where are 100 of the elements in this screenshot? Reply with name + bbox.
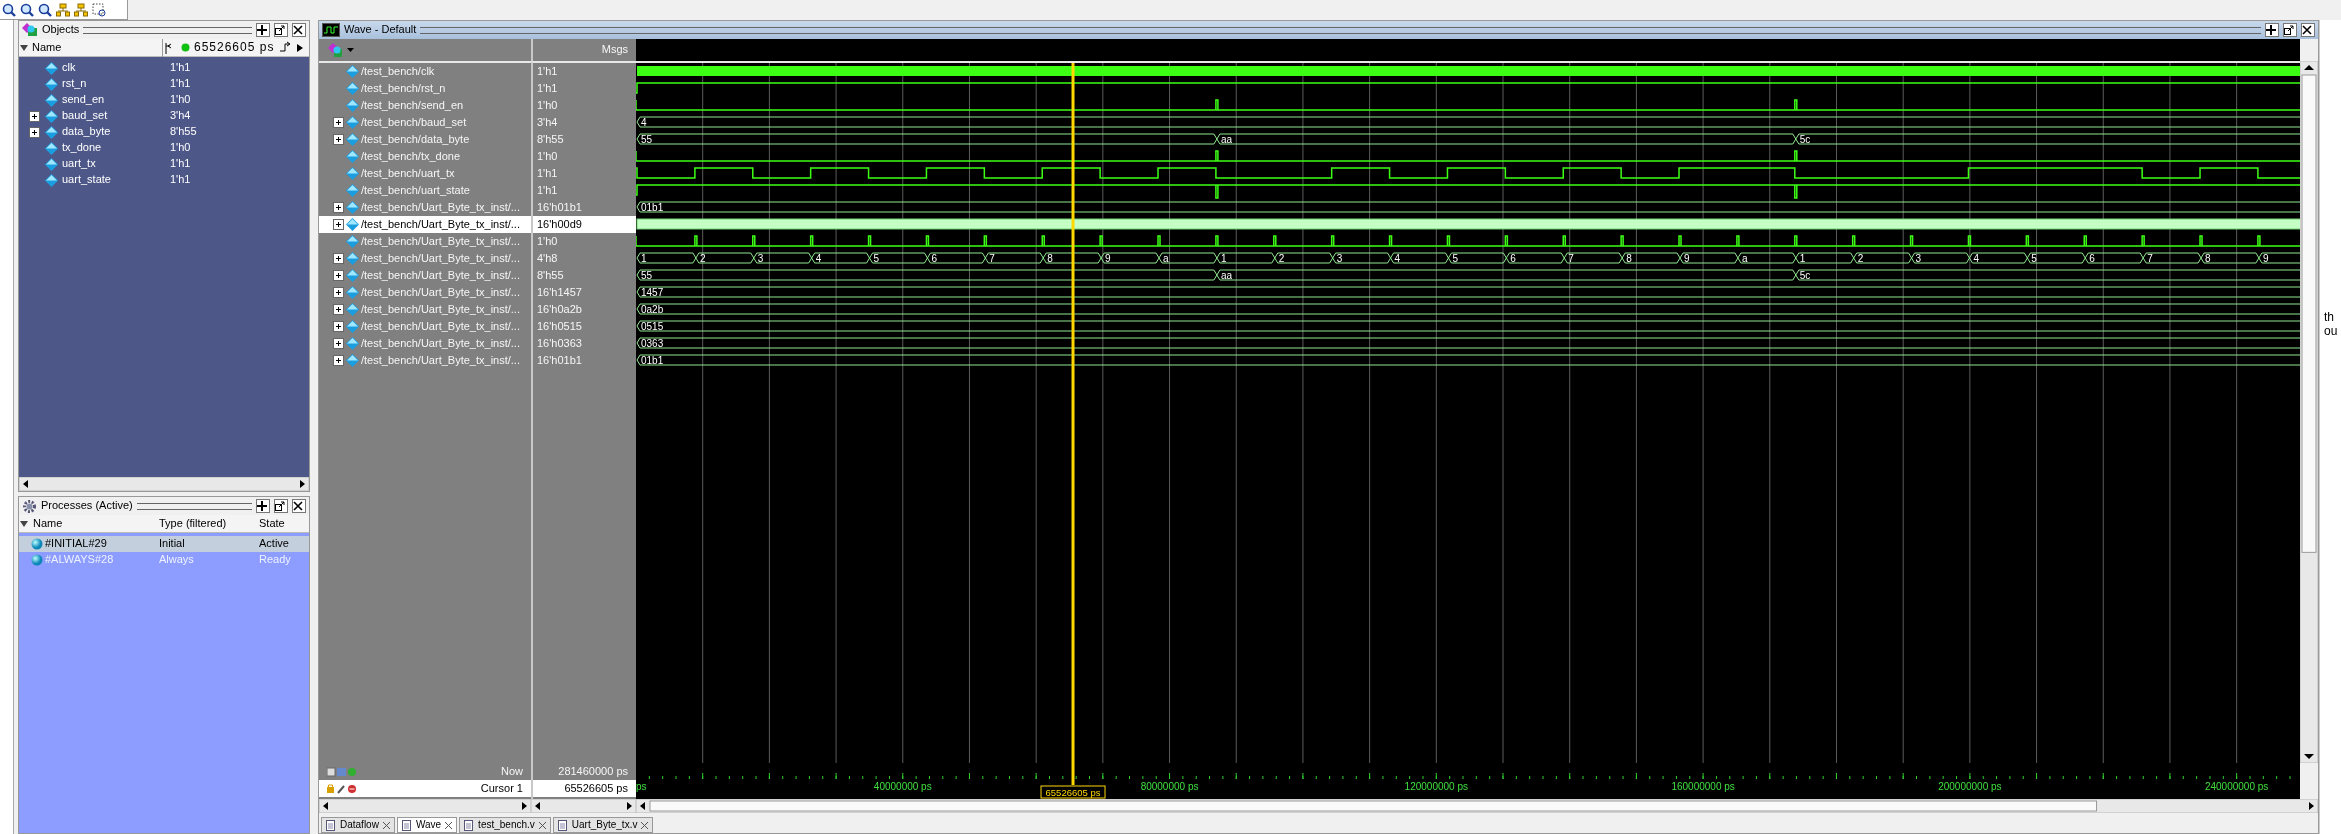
object-name[interactable]: uart_state	[62, 173, 166, 187]
diamond-icon	[346, 235, 359, 248]
signal-name: /test_bench/baud_set	[361, 115, 467, 130]
close-icon[interactable]	[641, 821, 649, 829]
undock-icon	[2284, 25, 2294, 35]
signal-row[interactable]: /test_bench/data_byte	[319, 131, 531, 148]
process-name: #ALWAYS#28	[45, 553, 115, 567]
signal-value: 1'h0	[536, 97, 559, 113]
object-name[interactable]: data_byte	[62, 125, 166, 139]
magnifier-icon[interactable]	[2, 2, 16, 17]
signal-row[interactable]: /test_bench/Uart_Byte_tx_inst/...	[319, 233, 531, 250]
magnifier-icon[interactable]	[38, 2, 52, 17]
bus-value: 9	[1105, 252, 1111, 264]
sort-icon[interactable]	[19, 518, 29, 529]
simulation-time: 65526605 ps	[194, 40, 275, 55]
close-button[interactable]	[2301, 23, 2315, 37]
editor-tab[interactable]: Dataflow	[321, 817, 395, 833]
expand-icon[interactable]	[333, 202, 344, 213]
title-bar-grip[interactable]	[83, 26, 252, 34]
object-name[interactable]: clk	[62, 61, 166, 75]
signal-row[interactable]: /test_bench/tx_done	[319, 148, 531, 165]
object-name[interactable]: baud_set	[62, 109, 166, 123]
object-name[interactable]: tx_done	[62, 141, 166, 155]
signal-row[interactable]: /test_bench/Uart_Byte_tx_inst/...	[319, 267, 531, 284]
dock-button[interactable]	[256, 23, 270, 37]
dock-button[interactable]	[2265, 23, 2279, 37]
expand-icon[interactable]	[333, 117, 344, 128]
caret-icon[interactable]	[347, 47, 354, 53]
close-icon[interactable]	[382, 821, 390, 829]
title-bar-grip[interactable]	[420, 26, 2261, 34]
editor-tab[interactable]: Wave	[396, 817, 458, 833]
bus-value: a	[1741, 252, 1748, 264]
expand-icon[interactable]	[29, 126, 40, 138]
expand-icon[interactable]	[333, 270, 344, 281]
signal-row[interactable]: /test_bench/Uart_Byte_tx_inst/...	[319, 352, 531, 369]
close-button[interactable]	[292, 23, 306, 37]
expand-icon[interactable]	[333, 355, 344, 366]
signal-row[interactable]: /test_bench/baud_set	[319, 114, 531, 131]
signal-row[interactable]: /test_bench/Uart_Byte_tx_inst/...	[319, 335, 531, 352]
expand-icon[interactable]	[333, 321, 344, 332]
object-value: 3'h4	[170, 109, 192, 123]
diamond-icon	[346, 167, 359, 180]
cursor-time-flag[interactable]: 65526605 ps	[1040, 785, 1106, 799]
column-header[interactable]: Name	[33, 516, 63, 531]
signal-row[interactable]: /test_bench/rst_n	[319, 80, 531, 97]
expand-icon[interactable]	[333, 287, 344, 298]
magnifier-icon[interactable]	[20, 2, 34, 17]
column-header[interactable]: Type (filtered)	[159, 516, 259, 531]
signal-row[interactable]: /test_bench/send_en	[319, 97, 531, 114]
signal-row[interactable]: /test_bench/Uart_Byte_tx_inst/...	[319, 284, 531, 301]
expand-icon[interactable]	[333, 253, 344, 264]
signal-value: 1'h1	[536, 165, 559, 181]
expand-icon[interactable]	[333, 338, 344, 349]
timeline-icons[interactable]	[327, 766, 357, 777]
signal-row[interactable]: /test_bench/Uart_Byte_tx_inst/...	[319, 216, 531, 233]
bus-value: 5	[873, 252, 880, 264]
hierarchy-icon[interactable]	[56, 2, 70, 17]
title-bar-grip[interactable]	[136, 502, 252, 510]
cursor-tools-icons[interactable]	[327, 783, 357, 794]
cursor-line[interactable]	[1071, 63, 1075, 763]
dock-button[interactable]	[256, 499, 270, 513]
signal-row[interactable]: /test_bench/Uart_Byte_tx_inst/...	[319, 318, 531, 335]
undock-button[interactable]	[2283, 23, 2297, 37]
column-header[interactable]: Name	[32, 40, 162, 55]
signal-value: 16'h1457	[536, 284, 583, 300]
expand-icon[interactable]	[333, 219, 344, 230]
hierarchy-icon[interactable]	[74, 2, 88, 17]
object-name[interactable]: send_en	[62, 93, 166, 107]
horizontal-scrollbar[interactable]	[531, 799, 636, 813]
editor-tab[interactable]: test_bench.v	[459, 817, 551, 833]
undock-button[interactable]	[274, 23, 288, 37]
object-name[interactable]: uart_tx	[62, 157, 166, 171]
close-icon[interactable]	[445, 821, 453, 829]
signal-row[interactable]: /test_bench/Uart_Byte_tx_inst/...	[319, 301, 531, 318]
vertical-scrollbar[interactable]	[2300, 61, 2318, 763]
expand-icon[interactable]	[333, 304, 344, 315]
undock-button[interactable]	[274, 499, 288, 513]
signal-row[interactable]: /test_bench/Uart_Byte_tx_inst/...	[319, 250, 531, 267]
close-button[interactable]	[292, 499, 306, 513]
expand-icon[interactable]	[333, 134, 344, 145]
close-icon	[293, 501, 303, 511]
horizontal-scrollbar[interactable]	[19, 477, 309, 491]
expand-icon[interactable]	[29, 110, 40, 122]
play-icon[interactable]	[296, 42, 305, 53]
signal-row[interactable]: /test_bench/Uart_Byte_tx_inst/...	[319, 199, 531, 216]
process-row[interactable]: #INITIAL#29 Initial Active	[19, 536, 309, 552]
selection-icon[interactable]	[92, 2, 106, 17]
close-icon[interactable]	[538, 821, 546, 829]
column-header[interactable]: State	[259, 516, 309, 531]
signal-name: /test_bench/Uart_Byte_tx_inst/...	[361, 217, 520, 232]
signal-row[interactable]: /test_bench/uart_tx	[319, 165, 531, 182]
ruler-label: 200000000 ps	[1938, 781, 2002, 792]
sort-icon[interactable]	[19, 42, 29, 53]
step-forward-icon[interactable]	[278, 40, 293, 55]
signal-row[interactable]: /test_bench/uart_state	[319, 182, 531, 199]
signal-name: /test_bench/send_en	[361, 98, 464, 113]
signal-row[interactable]: /test_bench/clk	[319, 63, 531, 80]
document-icon	[464, 819, 475, 831]
editor-tab[interactable]: Uart_Byte_tx.v	[552, 817, 654, 833]
object-name[interactable]: rst_n	[62, 77, 166, 91]
